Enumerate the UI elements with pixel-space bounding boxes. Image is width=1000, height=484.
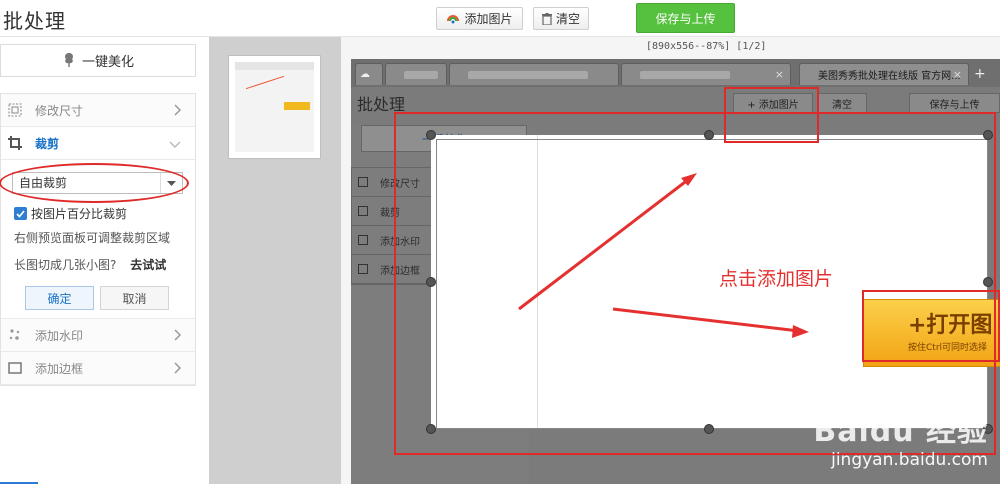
menu-item-border[interactable]: 添加边框	[1, 352, 195, 385]
cut-question: 长图切成几张小图?	[14, 258, 117, 272]
flower-icon	[62, 51, 76, 71]
cancel-button[interactable]: 取消	[100, 286, 169, 310]
menu-item-crop[interactable]: 裁剪	[1, 127, 195, 160]
percent-crop-checkbox-row[interactable]: 按图片百分比裁剪	[14, 205, 127, 222]
thumbnail-strip	[209, 37, 341, 484]
crop-icon	[8, 136, 22, 150]
chevron-down-icon	[169, 137, 181, 151]
thumbnail-content	[235, 62, 314, 152]
save-upload-button[interactable]: 保存与上传	[636, 3, 735, 33]
add-image-button[interactable]: 添加图片	[436, 7, 523, 30]
menu-item-watermark[interactable]: 添加水印	[1, 319, 195, 352]
try-it-link[interactable]: 去试试	[130, 258, 166, 272]
clear-button[interactable]: 清空	[533, 7, 589, 30]
thumbnail-button	[284, 102, 310, 110]
checkbox-checked-icon[interactable]	[14, 207, 27, 220]
long-image-cut-row: 长图切成几张小图? 去试试	[14, 256, 166, 273]
watermark-line2: jingyan.baidu.com	[831, 450, 988, 470]
add-image-icon	[446, 13, 460, 25]
menu-item-resize[interactable]: 修改尺寸	[1, 94, 195, 127]
thumbnail-arrow	[245, 75, 285, 90]
image-thumbnail[interactable]	[228, 55, 321, 159]
chevron-right-icon	[174, 329, 182, 344]
preview-size-info: [890x556--87%] [1/2]	[646, 41, 767, 52]
annotation-ellipse	[0, 163, 189, 203]
function-menu: 修改尺寸 裁剪 自由裁剪 按图片百分比裁剪 右侧预览面板可调整裁剪区域 长图切成…	[0, 93, 196, 386]
add-image-label: 添加图片	[464, 12, 513, 26]
one-click-beautify-button[interactable]: 一键美化	[0, 44, 196, 77]
preview-image[interactable]: ☁ × 美图秀秀批处理在线版 官方网... × + 批处理 + 添加图片 清空 保…	[351, 59, 1000, 484]
preview-panel: [890x556--87%] [1/2] ☁ × 美图秀秀批处理在线版 官方网.…	[341, 37, 1000, 484]
menu-item-label: 添加边框	[35, 361, 84, 376]
one-click-label: 一键美化	[81, 55, 134, 70]
menu-item-label: 裁剪	[35, 136, 60, 151]
confirm-button[interactable]: 确定	[25, 286, 94, 310]
left-panel: 一键美化 修改尺寸 裁剪 自由裁剪 按图片百分比裁剪 右侧预览面板可调整裁剪区域…	[0, 37, 209, 484]
baidu-watermark: Baidu 经验 jingyan.baidu.com	[813, 406, 988, 470]
batch-editor-screen: 批处理 添加图片 清空 保存与上传 一键美化 修改尺寸 裁剪 自由裁剪 按图片百…	[0, 0, 1000, 484]
crop-settings-panel: 自由裁剪 按图片百分比裁剪 右侧预览面板可调整裁剪区域 长图切成几张小图? 去试…	[0, 160, 195, 319]
thumbnail-bar	[235, 62, 314, 70]
top-bar: 批处理 添加图片 清空 保存与上传	[0, 0, 1000, 37]
clear-label: 清空	[555, 12, 580, 26]
watermark-line1: Baidu 经验	[813, 414, 988, 449]
resize-icon	[8, 103, 22, 117]
watermark-icon	[8, 328, 22, 342]
chevron-right-icon	[174, 362, 182, 377]
trash-icon	[541, 12, 552, 25]
percent-crop-label: 按图片百分比裁剪	[31, 207, 128, 221]
app-title: 批处理	[3, 9, 66, 33]
menu-item-label: 修改尺寸	[35, 103, 84, 118]
menu-item-label: 添加水印	[35, 328, 84, 343]
chevron-right-icon	[174, 104, 182, 119]
crop-hint-text: 右侧预览面板可调整裁剪区域	[14, 231, 171, 245]
border-icon	[8, 361, 22, 375]
arrow-head-right	[792, 325, 809, 338]
